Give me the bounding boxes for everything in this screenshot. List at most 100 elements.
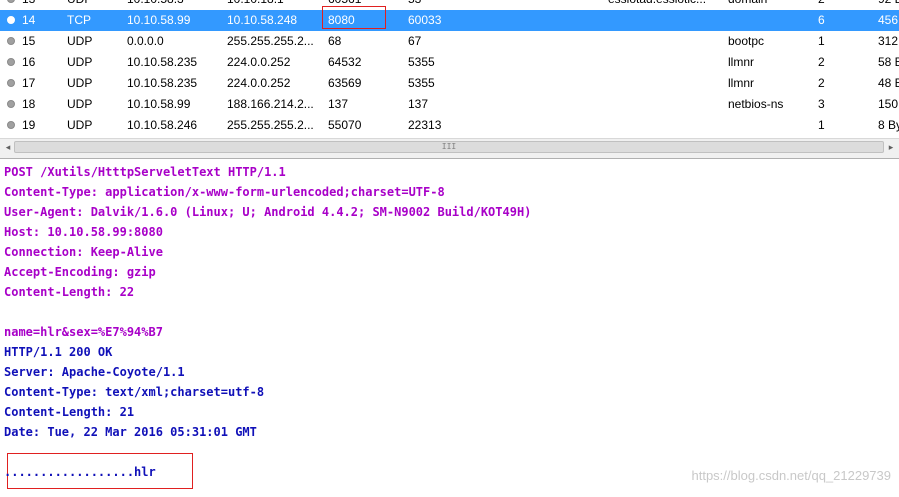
session-src-port-cell: 55070	[328, 118, 362, 132]
session-index-cell: 14	[22, 13, 36, 27]
session-bytes-cell: 92 B	[878, 0, 899, 10]
session-bullet-icon	[7, 121, 15, 129]
session-status-cell	[7, 10, 19, 31]
request-line: Content-Type: application/x-www-form-url…	[4, 185, 445, 199]
scroll-left-arrow-icon[interactable]: ◂	[2, 141, 14, 153]
session-name-cell	[608, 73, 723, 94]
request-line: Connection: Keep-Alive	[4, 245, 163, 259]
request-line: Accept-Encoding: gzip	[4, 265, 156, 279]
session-row[interactable]: 19 UDP 10.10.58.246 255.255.255.2... 55070 22…	[0, 115, 899, 136]
session-bullet-icon	[7, 100, 15, 108]
session-name-cell: essiotad.essiotic...	[608, 0, 723, 10]
session-bytes-cell: 312	[878, 34, 899, 48]
session-bullet-icon	[7, 0, 15, 3]
scroll-right-arrow-icon[interactable]: ▸	[885, 141, 897, 153]
horizontal-scrollbar[interactable]: ◂ III ▸	[0, 138, 899, 155]
session-dst-port-cell: 5355	[408, 55, 435, 69]
request-line: User-Agent: Dalvik/1.6.0 (Linux; U; Andr…	[4, 205, 532, 219]
session-index-cell: 19	[22, 118, 36, 132]
session-src-port-cell: 60561	[328, 0, 403, 10]
session-src-port-cell: 63569	[328, 76, 362, 90]
response-line: Content-Type: text/xml;charset=utf-8	[4, 385, 265, 399]
request-line: Content-Length: 22	[4, 285, 135, 299]
session-destination-cell: 188.166.214.2...	[227, 97, 314, 111]
session-count-cell: 2	[818, 55, 825, 69]
session-src-port-cell: 68	[328, 34, 342, 48]
session-protocol-cell: UDP	[67, 55, 93, 69]
session-row-selected[interactable]: 14 TCP 10.10.58.99 10.10.58.248 8080 60033 6 45…	[0, 10, 899, 31]
session-table: 13UDP10.10.58.310.10.18.16056153essiotad…	[0, 0, 899, 136]
session-dst-port-cell: 5355	[408, 76, 435, 90]
session-count-cell: 6	[818, 13, 825, 27]
session-row[interactable]: 18 UDP 10.10.58.99 188.166.214.2... 137 137 ne…	[0, 94, 899, 115]
response-line: Date: Tue, 22 Mar 2016 05:31:01 GMT	[4, 425, 257, 439]
session-src-port-cell: 137	[328, 97, 349, 111]
session-index-cell: 18	[22, 97, 36, 111]
session-bullet-icon	[7, 37, 15, 45]
session-row[interactable]: 15 UDP 0.0.0.0 255.255.255.2... 68 67 bootpc 1 3…	[0, 31, 899, 52]
session-dst-port-cell: 60033	[408, 13, 442, 27]
session-count-cell: 3	[818, 97, 825, 111]
session-protocol-cell: UDP	[67, 0, 122, 10]
session-service-cell: netbios-ns	[728, 97, 784, 111]
session-source-cell: 10.10.58.99	[127, 13, 191, 27]
response-line: HTTP/1.1 200 OK	[4, 345, 113, 359]
session-source-cell: 10.10.58.246	[127, 118, 198, 132]
pane-splitter[interactable]	[0, 155, 899, 159]
session-dst-port-cell: 137	[408, 97, 429, 111]
session-index-cell: 17	[22, 76, 36, 90]
session-count-cell: 2	[818, 0, 870, 10]
session-service-cell	[728, 10, 813, 31]
session-name-cell	[608, 10, 723, 31]
stream-content-panel[interactable]: https://blog.csdn.net/qq_21229739 POST /…	[0, 160, 899, 497]
session-service-cell: domain	[728, 0, 813, 10]
session-destination-cell: 224.0.0.252	[227, 76, 291, 90]
session-bytes-cell: 48 B	[878, 76, 899, 90]
session-status-cell	[7, 0, 19, 10]
session-name-cell	[608, 94, 723, 115]
scrollbar-grip-icon: III	[441, 142, 457, 151]
session-status-cell	[7, 94, 19, 115]
request-line: Host: 10.10.58.99:8080	[4, 225, 163, 239]
session-service-cell: bootpc	[728, 34, 765, 48]
session-status-cell	[7, 115, 19, 136]
session-destination-cell: 10.10.58.248	[227, 13, 298, 27]
session-bytes-cell: 58 B	[878, 55, 899, 69]
session-source-cell: 10.10.58.235	[127, 76, 198, 90]
session-index-cell: 15	[22, 34, 36, 48]
watermark-text: https://blog.csdn.net/qq_21229739	[691, 468, 892, 483]
session-destination-cell: 255.255.255.2...	[227, 118, 314, 132]
session-count-cell: 1	[818, 34, 825, 48]
session-source-cell: 10.10.58.3	[127, 0, 222, 10]
session-dst-port-cell: 67	[408, 34, 422, 48]
session-service-cell	[728, 115, 813, 136]
session-row[interactable]: 13 UDP 10.10.58.3 10.10.18.1 60561 53 essiotad…	[0, 0, 899, 10]
session-bytes-cell: 456	[878, 13, 899, 27]
session-source-cell: 10.10.58.235	[127, 55, 198, 69]
session-source-cell: 0.0.0.0	[127, 34, 164, 48]
session-row[interactable]: 17 UDP 10.10.58.235 224.0.0.252 63569 5355 llm…	[0, 73, 899, 94]
session-dst-port-cell: 22313	[408, 118, 442, 132]
scrollbar-thumb[interactable]: III	[14, 141, 884, 153]
session-protocol-cell: UDP	[67, 76, 93, 90]
session-status-cell	[7, 31, 19, 52]
session-row[interactable]: 16 UDP 10.10.58.235 224.0.0.252 64532 5355 llm…	[0, 52, 899, 73]
session-bytes-cell: 150	[878, 97, 899, 111]
session-dst-port-cell: 53	[408, 0, 603, 10]
session-name-cell	[608, 52, 723, 73]
session-status-cell	[7, 52, 19, 73]
session-service-cell: llmnr	[728, 55, 754, 69]
response-line: ..................hlr	[4, 465, 156, 479]
session-destination-cell: 255.255.255.2...	[227, 34, 314, 48]
session-index-cell: 16	[22, 55, 36, 69]
session-protocol-cell: TCP	[67, 13, 91, 27]
session-count-cell: 1	[818, 118, 825, 132]
session-count-cell: 2	[818, 76, 825, 90]
response-line: Server: Apache-Coyote/1.1	[4, 365, 185, 379]
response-line: Content-Length: 21	[4, 405, 135, 419]
session-bullet-icon	[7, 79, 15, 87]
session-index-cell: 13	[22, 0, 62, 10]
session-status-cell	[7, 73, 19, 94]
session-destination-cell: 224.0.0.252	[227, 55, 291, 69]
session-service-cell: llmnr	[728, 76, 754, 90]
